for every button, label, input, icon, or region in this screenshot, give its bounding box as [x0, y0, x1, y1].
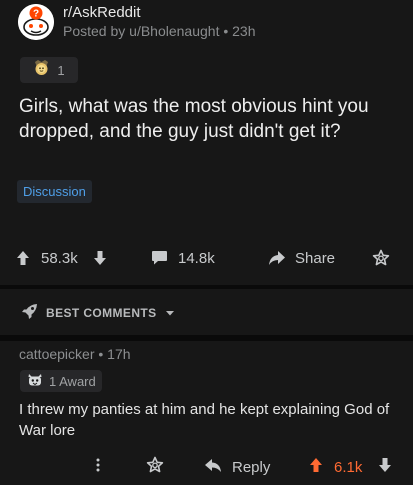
- give-award-button[interactable]: [372, 245, 390, 271]
- arrow-up-icon: [16, 250, 30, 266]
- comment-downvote-button[interactable]: [378, 455, 392, 479]
- reply-label: Reply: [232, 458, 271, 476]
- arrow-down-icon: [378, 457, 392, 477]
- reply-button[interactable]: Reply: [204, 455, 270, 479]
- award-medal-icon: [33, 59, 50, 81]
- rocket-icon: [21, 303, 38, 323]
- post-action-bar: 58.3k 14.8k Share: [0, 245, 413, 271]
- sort-label: BEST COMMENTS: [46, 306, 157, 320]
- arrow-up-icon: [309, 457, 323, 477]
- subreddit-name[interactable]: r/AskReddit: [63, 4, 256, 22]
- reply-arrow-icon: [204, 458, 222, 477]
- sort-dropdown[interactable]: BEST COMMENTS: [21, 303, 175, 323]
- post-header: ? r/AskReddit Posted by u/Bholenaught • …: [18, 4, 256, 40]
- share-arrow-icon: [268, 250, 286, 266]
- post-score: 58.3k: [41, 249, 78, 267]
- comment-bubble-icon: [151, 250, 168, 266]
- award-count: 1: [57, 62, 65, 78]
- comment-award-label: 1 Award: [49, 373, 96, 389]
- comment-card: cattoepicker • 17h 1 Award I threw my pa…: [0, 341, 413, 485]
- comments-button[interactable]: 14.8k: [151, 245, 215, 271]
- comment-score: 6.1k: [334, 458, 363, 476]
- comment-award-chip[interactable]: 1 Award: [20, 370, 102, 392]
- share-label: Share: [295, 249, 336, 267]
- post-card: ? r/AskReddit Posted by u/Bholenaught • …: [0, 0, 413, 285]
- arrow-down-icon: [93, 250, 107, 266]
- chevron-down-icon: [165, 306, 175, 320]
- comment-body: I threw my panties at him and he kept ex…: [19, 401, 390, 439]
- more-options-button[interactable]: [96, 455, 100, 479]
- award-outline-icon: [372, 249, 390, 267]
- post-title[interactable]: Girls, what was the most obvious hint yo…: [19, 94, 404, 144]
- comment-sort-bar: BEST COMMENTS: [0, 288, 413, 335]
- comment-give-award-button[interactable]: [146, 455, 164, 479]
- posted-by[interactable]: Posted by u/Bholenaught • 23h: [63, 22, 256, 40]
- downvote-button[interactable]: [93, 245, 107, 271]
- comment-author[interactable]: cattoepicker • 17h: [19, 346, 131, 362]
- post-flair[interactable]: Discussion: [17, 180, 92, 203]
- post-award-chip[interactable]: 1: [20, 57, 78, 83]
- comment-count: 14.8k: [178, 249, 215, 267]
- comment-upvote-button[interactable]: [309, 455, 323, 479]
- upvote-button[interactable]: [16, 245, 30, 271]
- post-meta: r/AskReddit Posted by u/Bholenaught • 23…: [63, 4, 256, 40]
- share-button[interactable]: Share: [268, 245, 335, 271]
- comment-action-bar: Reply 6.1k: [0, 455, 413, 479]
- award-outline-icon: [146, 456, 164, 478]
- svg-text:?: ?: [33, 9, 39, 20]
- award-medal-icon: [26, 372, 44, 391]
- askreddit-snoo-icon[interactable]: ?: [18, 4, 54, 40]
- more-vertical-icon: [96, 458, 100, 476]
